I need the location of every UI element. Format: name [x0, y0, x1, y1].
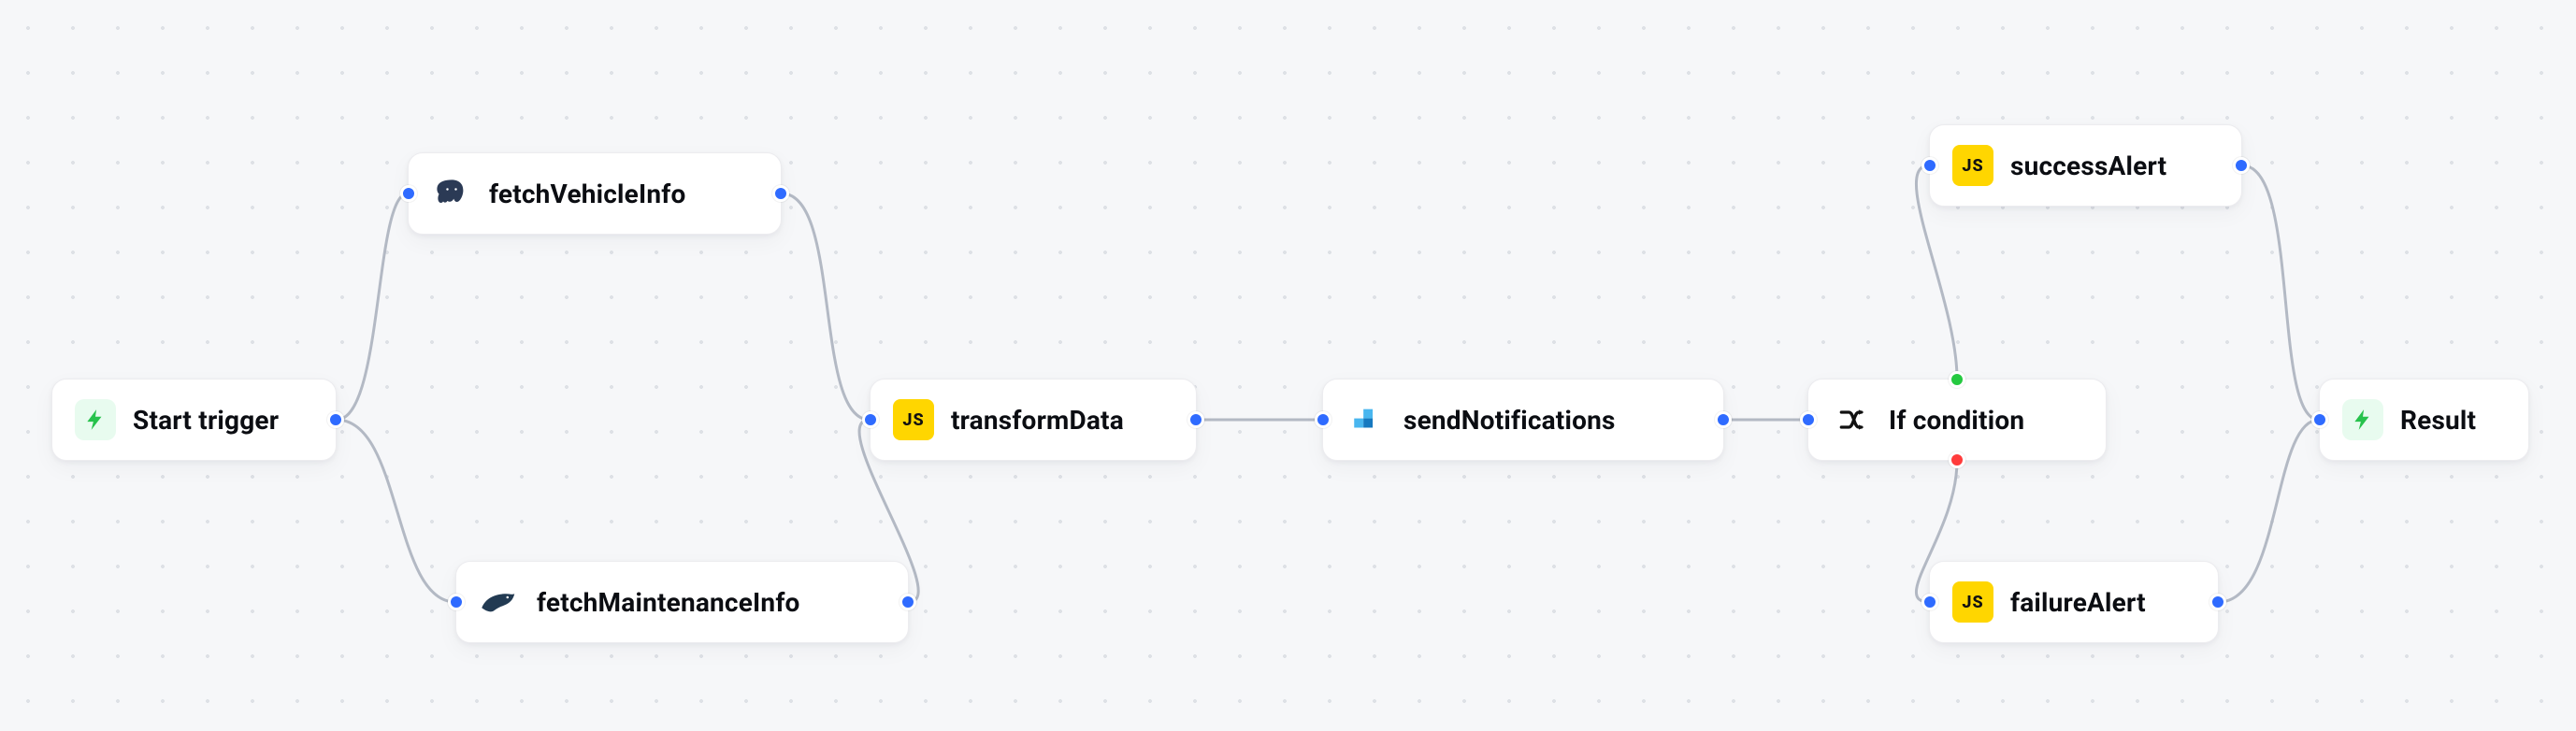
sendgrid-icon: [1346, 399, 1387, 440]
port-out-false[interactable]: [1949, 452, 1965, 468]
port-out[interactable]: [2233, 157, 2250, 174]
node-fetch-maintenance-info[interactable]: fetchMaintenanceInfo: [455, 561, 909, 643]
mariadb-icon: [479, 581, 520, 623]
node-fetch-vehicle-info[interactable]: fetchVehicleInfo: [408, 152, 782, 235]
port-out[interactable]: [1187, 411, 1204, 428]
bolt-icon: [2342, 399, 2383, 440]
port-in[interactable]: [400, 185, 417, 202]
node-label: failureAlert: [2010, 587, 2146, 618]
port-in[interactable]: [1921, 594, 1938, 610]
port-in[interactable]: [448, 594, 465, 610]
condition-icon: [1831, 399, 1872, 440]
node-label: Start trigger: [133, 405, 279, 436]
node-label: transformData: [951, 405, 1124, 436]
port-in[interactable]: [1921, 157, 1938, 174]
js-icon: JS: [1952, 581, 1993, 623]
port-in[interactable]: [1315, 411, 1331, 428]
port-in[interactable]: [862, 411, 879, 428]
node-label: fetchVehicleInfo: [489, 179, 686, 209]
node-label: successAlert: [2010, 150, 2166, 181]
postgres-icon: [431, 173, 472, 214]
port-in[interactable]: [2311, 411, 2328, 428]
node-label: sendNotifications: [1403, 405, 1616, 436]
js-icon: JS: [1952, 145, 1993, 186]
port-out[interactable]: [772, 185, 789, 202]
js-icon: JS: [893, 399, 934, 440]
node-label: If condition: [1889, 405, 2024, 436]
node-success-alert[interactable]: JS successAlert: [1929, 124, 2242, 207]
node-result[interactable]: Result: [2319, 379, 2529, 461]
node-send-notifications[interactable]: sendNotifications: [1322, 379, 1724, 461]
port-out[interactable]: [2209, 594, 2226, 610]
port-in[interactable]: [1800, 411, 1817, 428]
bolt-icon: [75, 399, 116, 440]
node-label: fetchMaintenanceInfo: [537, 587, 800, 618]
port-out[interactable]: [899, 594, 916, 610]
port-out-true[interactable]: [1949, 371, 1965, 388]
port-out[interactable]: [327, 411, 344, 428]
node-if-condition[interactable]: If condition: [1807, 379, 2107, 461]
port-out[interactable]: [1715, 411, 1732, 428]
node-start-trigger[interactable]: Start trigger: [51, 379, 337, 461]
node-transform-data[interactable]: JS transformData: [870, 379, 1197, 461]
node-failure-alert[interactable]: JS failureAlert: [1929, 561, 2219, 643]
node-label: Result: [2400, 405, 2476, 436]
